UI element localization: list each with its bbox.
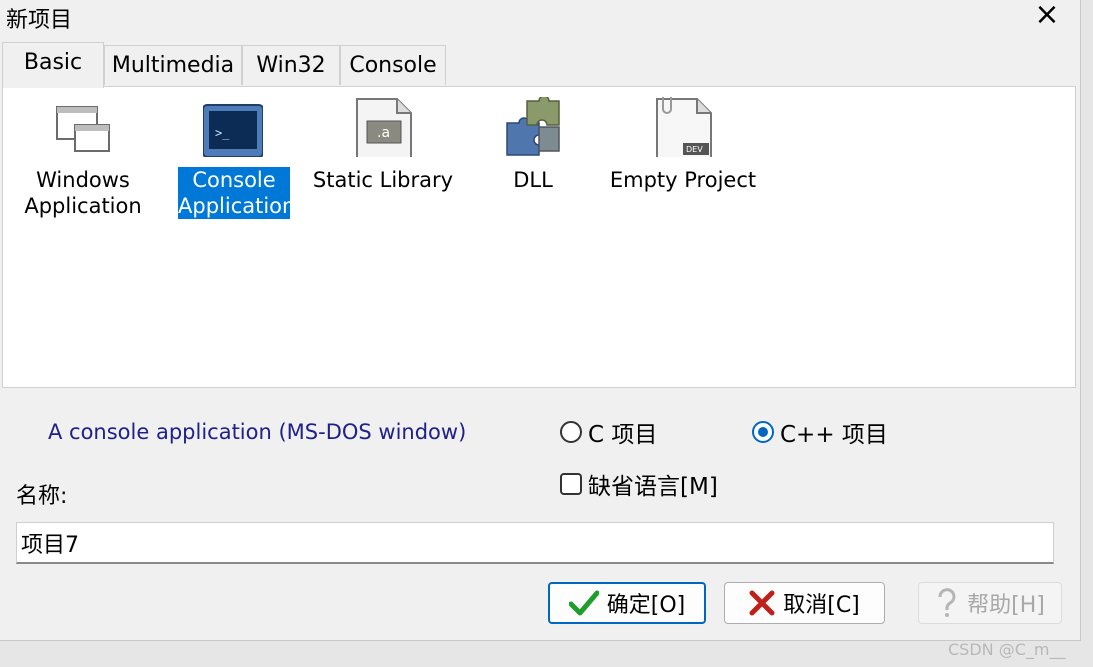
template-label: Windows Application: [24, 168, 142, 218]
cross-icon: [749, 590, 775, 616]
checkbox-label: 缺省语言[M]: [588, 474, 718, 500]
tab-win32[interactable]: Win32: [242, 45, 340, 85]
radio-c-project[interactable]: C 项目: [560, 415, 657, 449]
tab-multimedia[interactable]: Multimedia: [104, 45, 242, 85]
help-button[interactable]: 帮助[H]: [918, 582, 1062, 624]
checkbox-box: [560, 473, 582, 495]
question-mark-icon: [938, 588, 956, 617]
template-label: Empty Project: [609, 168, 757, 192]
template-console-application[interactable]: >_ Console Application: [158, 87, 308, 227]
window-title: 新项目: [6, 8, 73, 33]
close-icon[interactable]: ×: [1030, 0, 1064, 32]
radio-label: C 项目: [588, 422, 658, 448]
template-static-library[interactable]: .a Static Library: [308, 87, 458, 227]
template-dll[interactable]: DLL: [458, 87, 608, 227]
template-empty-project[interactable]: DEV Empty Project: [608, 87, 758, 227]
console-app-icon: >_: [203, 104, 263, 157]
ok-button-label: 确定[O]: [606, 593, 686, 618]
empty-project-icon: DEV: [656, 97, 712, 157]
cancel-button[interactable]: 取消[C]: [724, 582, 885, 624]
radio-circle-icon: [560, 421, 582, 443]
watermark: CSDN @C_m__: [948, 640, 1066, 659]
template-label: Console Application: [178, 167, 296, 219]
radio-selected-icon: [752, 421, 774, 443]
project-name-input[interactable]: [16, 522, 1054, 564]
cancel-button-label: 取消[C]: [783, 593, 860, 618]
help-button-label: 帮助[H]: [967, 593, 1045, 618]
svg-text:>_: >_: [215, 126, 230, 140]
dll-puzzle-icon: [506, 97, 560, 156]
name-label: 名称:: [16, 484, 68, 509]
ok-button[interactable]: 确定[O]: [548, 582, 706, 624]
radio-label: C++ 项目: [780, 422, 888, 448]
template-list: Windows Application >_ Console Applicati…: [2, 86, 1076, 388]
svg-text:.a: .a: [377, 125, 390, 141]
template-windows-application[interactable]: Windows Application: [8, 87, 158, 227]
svg-text:DEV: DEV: [686, 145, 703, 154]
title-bar: 新项目 ×: [0, 0, 1080, 33]
static-library-icon: .a: [356, 98, 412, 157]
tab-console[interactable]: Console: [340, 45, 446, 85]
windows-app-icon: [56, 106, 110, 152]
template-label: DLL: [513, 168, 553, 192]
tab-basic[interactable]: Basic: [2, 42, 104, 88]
default-language-checkbox[interactable]: 缺省语言[M]: [560, 467, 718, 501]
template-description: A console application (MS-DOS window): [48, 420, 467, 444]
new-project-dialog: 新项目 × Basic Multimedia Win32 Console Win…: [0, 0, 1081, 641]
checkmark-icon: [568, 590, 599, 616]
radio-cpp-project[interactable]: C++ 项目: [752, 415, 888, 449]
template-label: Static Library: [312, 168, 454, 192]
